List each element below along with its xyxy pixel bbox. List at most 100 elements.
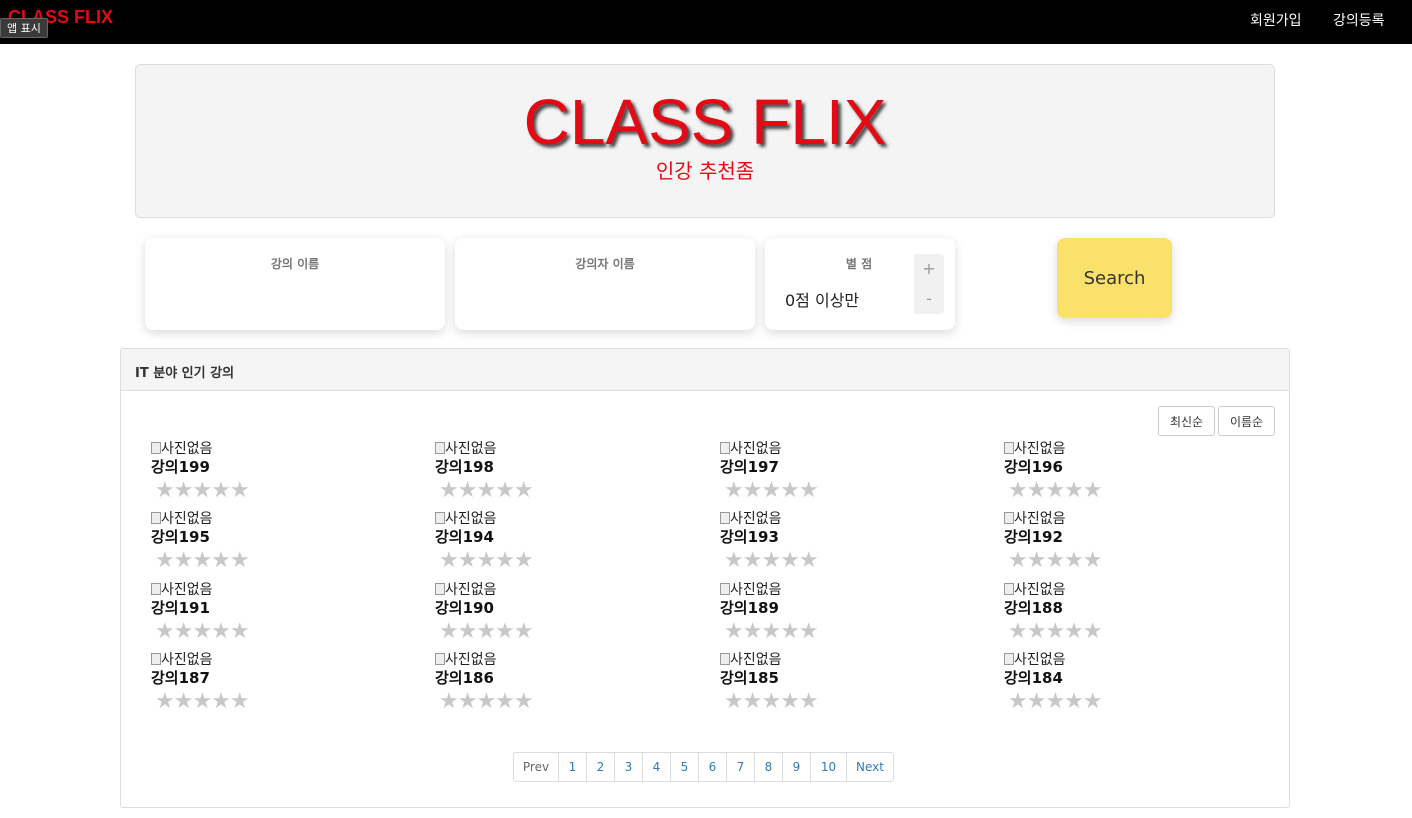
course-card[interactable]: 사진없음 강의184 ★★★★★ [1004,649,1204,719]
search-button[interactable]: Search [1057,238,1172,318]
broken-image-icon [720,442,730,454]
pagination-page-9[interactable]: 9 [782,753,810,781]
course-thumbnail[interactable]: 사진없음 [720,438,782,458]
course-title[interactable]: 강의186 [435,667,494,688]
course-thumbnail[interactable]: 사진없음 [720,649,782,669]
course-thumbnail[interactable]: 사진없음 [151,438,213,458]
hero-banner: CLASS FLIX 인강 추천좀 [135,64,1275,218]
pagination-page-8[interactable]: 8 [754,753,782,781]
course-register-link[interactable]: 강의등록 [1333,10,1385,30]
rating-plus-button[interactable]: + [914,254,944,284]
hero-subtitle: 인강 추천좀 [655,159,755,183]
course-card[interactable]: 사진없음 강의188 ★★★★★ [1004,579,1204,649]
sort-name-button[interactable]: 이름순 [1218,406,1275,436]
course-name-label: 강의 이름 [270,257,320,271]
course-title[interactable]: 강의192 [1004,526,1063,547]
app-badge[interactable]: 앱 표시 [0,18,48,38]
thumbnail-alt-text: 사진없음 [730,582,782,598]
pagination-page-4[interactable]: 4 [642,753,670,781]
course-card[interactable]: 사진없음 강의187 ★★★★★ [151,649,351,719]
broken-image-icon [1004,442,1014,454]
course-thumbnail[interactable]: 사진없음 [1004,579,1066,599]
thumbnail-alt-text: 사진없음 [1014,441,1066,457]
star-rating: ★★★★★ [724,478,819,503]
course-card[interactable]: 사진없음 강의199 ★★★★★ [151,438,351,508]
broken-image-icon [720,512,730,524]
course-card[interactable]: 사진없음 강의193 ★★★★★ [720,508,920,578]
broken-image-icon [435,653,445,665]
broken-image-icon [151,653,161,665]
course-title[interactable]: 강의197 [720,456,779,477]
course-card[interactable]: 사진없음 강의185 ★★★★★ [720,649,920,719]
thumbnail-alt-text: 사진없음 [730,511,782,527]
pagination-next[interactable]: Next [846,753,893,781]
course-title[interactable]: 강의184 [1004,667,1063,688]
course-thumbnail[interactable]: 사진없음 [1004,438,1066,458]
pagination-page-2[interactable]: 2 [586,753,614,781]
course-title[interactable]: 강의196 [1004,456,1063,477]
course-card[interactable]: 사진없음 강의190 ★★★★★ [435,579,635,649]
rating-card: 별 점 0점 이상만 + - [765,238,955,330]
course-card[interactable]: 사진없음 강의186 ★★★★★ [435,649,635,719]
panel-title: IT 분야 인기 강의 [135,366,235,381]
course-card[interactable]: 사진없음 강의198 ★★★★★ [435,438,635,508]
course-title[interactable]: 강의194 [435,526,494,547]
course-card[interactable]: 사진없음 강의191 ★★★★★ [151,579,351,649]
course-thumbnail[interactable]: 사진없음 [151,649,213,669]
broken-image-icon [151,512,161,524]
course-thumbnail[interactable]: 사진없음 [1004,508,1066,528]
course-title[interactable]: 강의188 [1004,597,1063,618]
course-card[interactable]: 사진없음 강의196 ★★★★★ [1004,438,1204,508]
star-rating: ★★★★★ [439,619,534,644]
sort-newest-button[interactable]: 최신순 [1158,406,1215,436]
course-thumbnail[interactable]: 사진없음 [435,649,497,669]
thumbnail-alt-text: 사진없음 [161,582,213,598]
pagination-page-7[interactable]: 7 [726,753,754,781]
course-title[interactable]: 강의190 [435,597,494,618]
course-thumbnail[interactable]: 사진없음 [720,579,782,599]
course-title[interactable]: 강의199 [151,456,210,477]
star-rating: ★★★★★ [155,478,250,503]
course-card[interactable]: 사진없음 강의192 ★★★★★ [1004,508,1204,578]
instructor-name-label: 강의자 이름 [575,257,635,271]
instructor-name-input[interactable] [469,282,741,316]
course-title[interactable]: 강의198 [435,456,494,477]
course-thumbnail[interactable]: 사진없음 [435,438,497,458]
course-title[interactable]: 강의193 [720,526,779,547]
course-name-input[interactable] [159,282,431,316]
broken-image-icon [151,442,161,454]
course-title[interactable]: 강의191 [151,597,210,618]
course-card[interactable]: 사진없음 강의195 ★★★★★ [151,508,351,578]
broken-image-icon [720,583,730,595]
pagination-page-6[interactable]: 6 [698,753,726,781]
course-thumbnail[interactable]: 사진없음 [435,579,497,599]
course-thumbnail[interactable]: 사진없음 [720,508,782,528]
pagination-page-5[interactable]: 5 [670,753,698,781]
thumbnail-alt-text: 사진없음 [445,441,497,457]
pagination-page-10[interactable]: 10 [810,753,846,781]
broken-image-icon [435,442,445,454]
pagination-page-1[interactable]: 1 [558,753,586,781]
thumbnail-alt-text: 사진없음 [445,582,497,598]
pagination-prev[interactable]: Prev [514,753,558,781]
course-card[interactable]: 사진없음 강의189 ★★★★★ [720,579,920,649]
thumbnail-alt-text: 사진없음 [730,652,782,668]
signup-link[interactable]: 회원가입 [1250,10,1302,30]
course-title[interactable]: 강의187 [151,667,210,688]
course-card[interactable]: 사진없음 강의194 ★★★★★ [435,508,635,578]
course-thumbnail[interactable]: 사진없음 [151,579,213,599]
course-title[interactable]: 강의189 [720,597,779,618]
course-card[interactable]: 사진없음 강의197 ★★★★★ [720,438,920,508]
rating-minus-button[interactable]: - [914,284,944,314]
star-rating: ★★★★★ [724,548,819,573]
pagination-page-3[interactable]: 3 [614,753,642,781]
course-thumbnail[interactable]: 사진없음 [1004,649,1066,669]
star-rating: ★★★★★ [155,548,250,573]
course-title[interactable]: 강의195 [151,526,210,547]
course-title[interactable]: 강의185 [720,667,779,688]
course-thumbnail[interactable]: 사진없음 [151,508,213,528]
panel-header: IT 분야 인기 강의 [121,349,1289,391]
rating-value: 0점 이상만 [785,291,860,310]
broken-image-icon [435,512,445,524]
course-thumbnail[interactable]: 사진없음 [435,508,497,528]
